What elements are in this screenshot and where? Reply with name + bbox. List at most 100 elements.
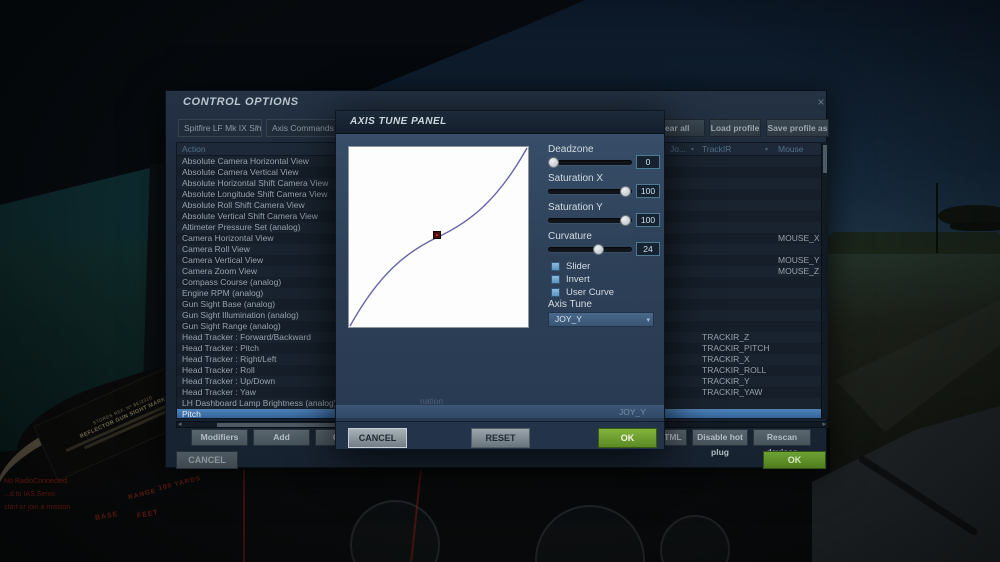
slider-label: Deadzone [548,144,594,155]
action-cell: Engine RPM (analog) [182,288,264,298]
action-cell: Absolute Camera Horizontal View [182,156,309,166]
action-cell: Absolute Vertical Shift Camera View [182,211,318,221]
aircraft-dropdown[interactable]: Spitfire LF Mk IX Sim ▾ [178,119,262,137]
mouse-cell: MOUSE_Z [778,266,820,276]
slider-thumb[interactable] [620,215,631,226]
curvature-value[interactable]: 24 [636,242,660,256]
cancel-button[interactable]: CANCEL [176,451,238,469]
action-cell: Absolute Camera Vertical View [182,167,299,177]
header-joystick[interactable]: Jo... [670,144,686,154]
category-dropdown-value: Axis Commands [272,123,334,133]
checkbox-icon[interactable] [551,288,560,297]
action-cell: Head Tracker : Up/Down [182,376,276,386]
vertical-scrollbar[interactable] [821,143,827,418]
mouse-cell: MOUSE_Y [778,255,820,265]
action-cell: Absolute Horizontal Shift Camera View [182,178,329,188]
user-curve-checkbox[interactable]: User Curve [551,287,661,299]
action-cell: Head Tracker : Yaw [182,387,256,397]
trackir-cell: TRACKIR_YAW [702,387,763,397]
response-curve-plot[interactable] [348,146,529,328]
curvature-slider[interactable] [548,244,632,255]
axis-tune-label: Axis Tune [548,299,592,310]
action-cell: Altimeter Pressure Set (analog) [182,222,301,232]
action-cell: Head Tracker : Pitch [182,343,260,353]
saturation-x-slider-group: Saturation X 100 [548,173,660,201]
slider-label: Saturation Y [548,202,603,213]
checkbox-icon[interactable] [551,275,560,284]
screen: STORES REF. Nº 8E/2310 REFLECTOR GUN SIG… [0,0,1000,562]
action-cell: Gun Sight Range (analog) [182,321,281,331]
chevron-down-icon: ▾ [646,317,650,324]
slider-checkbox[interactable]: Slider [551,261,661,273]
saturation-x-value[interactable]: 100 [636,184,660,198]
trackir-cell: TRACKIR_Y [702,376,750,386]
chevron-down-icon[interactable]: ▾ [691,146,694,153]
disable-hot-plug-button[interactable]: Disable hot plug [692,429,748,457]
action-cell: Camera Zoom View [182,266,257,276]
saturation-y-slider[interactable] [548,215,632,226]
modal-title: AXIS TUNE PANEL [350,116,447,127]
header-mouse[interactable]: Mouse [778,144,804,154]
slider-label: Saturation X [548,173,604,184]
scroll-left-icon[interactable]: ◂ [178,420,182,428]
close-icon[interactable]: × [814,95,828,109]
modal-title-bar: AXIS TUNE PANEL [336,111,664,134]
saturation-y-slider-group: Saturation Y 100 [548,202,660,230]
action-cell: Gun Sight Illumination (analog) [182,310,299,320]
background-selected-row-bleed [336,405,664,418]
deadzone-slider-group: Deadzone 0 [548,144,660,172]
action-cell: Camera Horizontal View [182,233,274,243]
action-cell: Head Tracker : Roll [182,365,255,375]
action-cell: Head Tracker : Forward/Backward [182,332,311,342]
modal-ok-button[interactable]: OK [598,428,657,448]
action-cell: Gun Sight Base (analog) [182,299,276,309]
action-cell: Camera Roll View [182,244,250,254]
action-cell: Camera Vertical View [182,255,264,265]
axis-select-value: JOY_Y [555,314,582,324]
curvature-slider-group: Curvature 24 [548,231,660,259]
checkbox-label: Invert [566,274,590,285]
action-cell: Absolute Longitude Shift Camera View [182,189,328,199]
modal-reset-button[interactable]: RESET [471,428,530,448]
action-cell: Absolute Roll Shift Camera View [182,200,305,210]
action-cell: Pitch [182,409,201,419]
checkbox-label: Slider [566,261,591,272]
save-profile-as-button[interactable]: Save profile as [766,119,829,137]
slider-thumb[interactable] [620,186,631,197]
trackir-cell: TRACKIR_X [702,354,750,364]
load-profile-button[interactable]: Load profile [709,119,761,137]
page-title: CONTROL OPTIONS [183,96,299,108]
saturation-x-slider[interactable] [548,186,632,197]
modifiers-button[interactable]: Modifiers [191,429,248,446]
header-trackir[interactable]: TrackIR [702,144,731,154]
trackir-cell: TRACKIR_PITCH [702,343,770,353]
slider-label: Curvature [548,231,592,242]
rescan-devices-button[interactable]: Rescan devices [753,429,811,457]
axis-tune-panel: AXIS TUNE PANEL Deadzone 0 Saturation X … [335,110,665,450]
add-button[interactable]: Add [253,429,310,446]
action-cell: Head Tracker : Right/Left [182,354,277,364]
ok-button[interactable]: OK [763,451,826,469]
mouse-cell: MOUSE_X [778,233,820,243]
scroll-right-icon[interactable]: ▸ [822,420,826,428]
aircraft-dropdown-value: Spitfire LF Mk IX Sim [184,123,262,133]
saturation-y-value[interactable]: 100 [636,213,660,227]
axis-select-dropdown[interactable]: JOY_Y ▾ [548,312,654,327]
slider-thumb[interactable] [548,157,559,168]
chevron-down-icon: ▾ [255,124,259,131]
checkbox-label: User Curve [566,287,615,298]
trackir-cell: TRACKIR_ROLL [702,365,767,375]
header-action[interactable]: Action [182,144,206,154]
curve-center-marker[interactable] [433,231,441,239]
deadzone-slider[interactable] [548,157,632,168]
background-binding-bleed: JOY_Y [619,407,646,417]
modal-cancel-button[interactable]: CANCEL [348,428,407,448]
slider-thumb[interactable] [593,244,604,255]
scrollbar-thumb[interactable] [823,145,827,173]
deadzone-value[interactable]: 0 [636,155,660,169]
chevron-down-icon[interactable]: ▾ [765,146,768,153]
invert-checkbox[interactable]: Invert [551,274,661,286]
action-cell: LH Dashboard Lamp Brightness (analog) [182,398,337,408]
checkbox-icon[interactable] [551,262,560,271]
trackir-cell: TRACKIR_Z [702,332,750,342]
